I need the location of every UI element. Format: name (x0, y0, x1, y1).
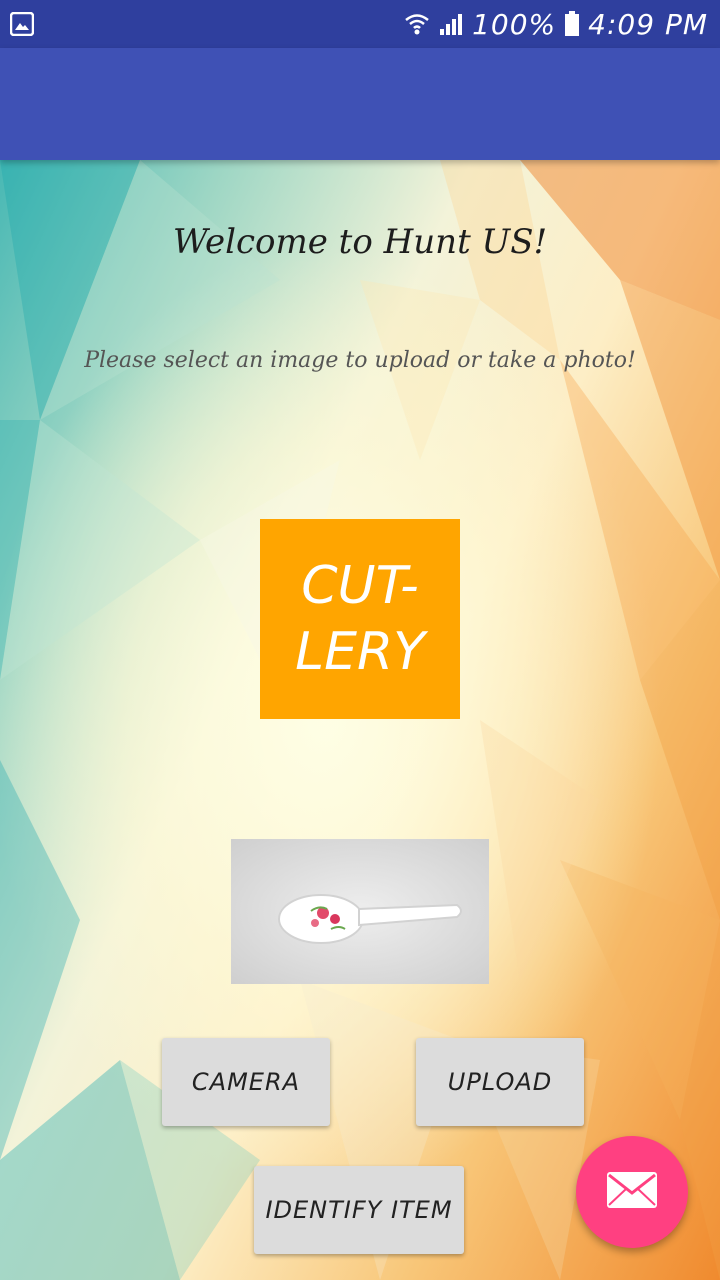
signal-icon (438, 11, 464, 37)
status-bar: 100% 4:09 PM (0, 0, 720, 48)
category-line-2: LERY (295, 622, 425, 682)
wifi-icon (404, 11, 430, 37)
app-bar (0, 48, 720, 160)
background-facets (0, 160, 720, 1280)
email-fab[interactable] (576, 1136, 688, 1248)
category-line-1: CUT- (301, 556, 419, 616)
selected-photo (231, 839, 489, 984)
battery-percent: 100% (472, 7, 557, 41)
status-time: 4:09 PM (588, 7, 708, 41)
instruction-text: Please select an image to upload or take… (84, 348, 636, 373)
battery-icon (564, 11, 580, 37)
email-icon (606, 1171, 658, 1213)
upload-button[interactable]: UPLOAD (416, 1038, 584, 1126)
camera-button[interactable]: CAMERA (162, 1038, 330, 1126)
spoon-image (231, 839, 489, 984)
welcome-title: Welcome to Hunt US! (172, 222, 548, 262)
category-result-tile: CUT- LERY (260, 519, 460, 719)
identify-item-button[interactable]: IDENTIFY ITEM (254, 1166, 464, 1254)
gallery-icon (9, 11, 35, 37)
main-content: Welcome to Hunt US! Please select an ima… (0, 160, 720, 1280)
